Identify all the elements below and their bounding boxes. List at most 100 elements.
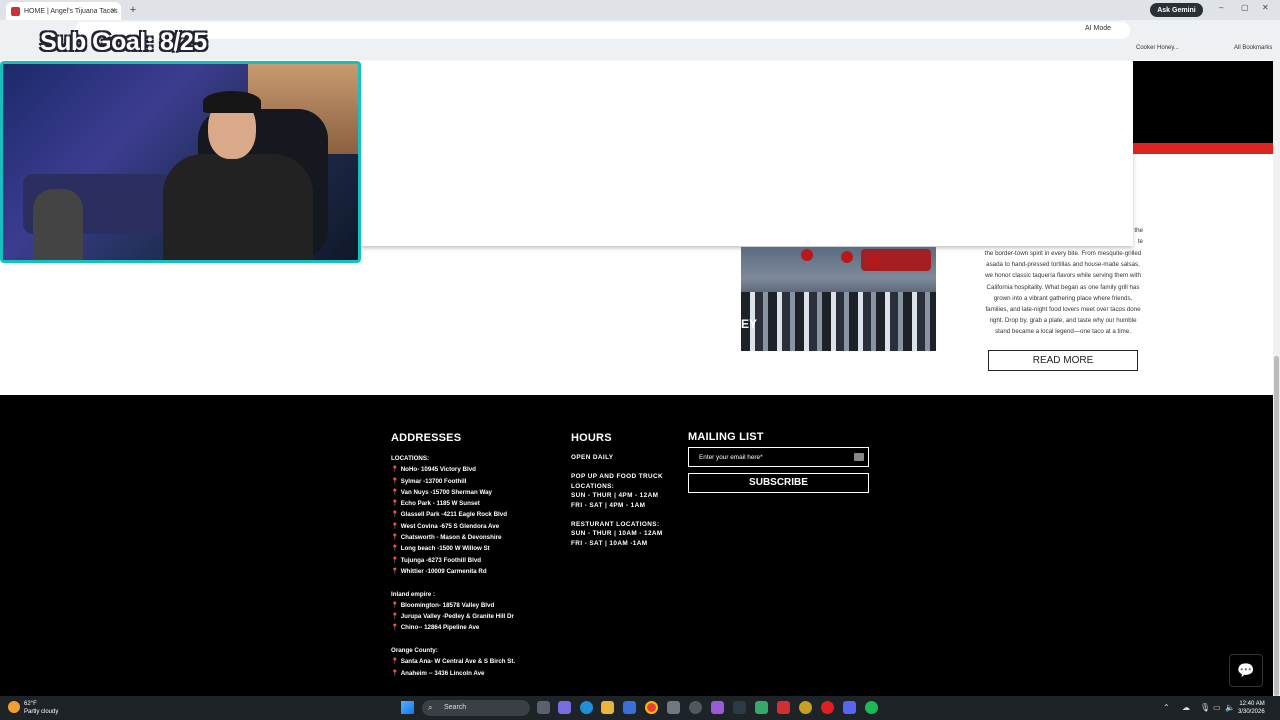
edge-icon[interactable] — [580, 701, 593, 714]
app-icon[interactable] — [777, 701, 790, 714]
close-window-icon[interactable]: ✕ — [1262, 3, 1269, 12]
clock-time: 12:40 AM — [1239, 701, 1265, 707]
sub-goal-overlay: Sub Goal: 8/25 — [40, 28, 207, 56]
app-icon[interactable] — [799, 701, 812, 714]
restaurant-hours-2: FRI - SAT | 10AM -1AM — [571, 539, 648, 547]
windows-taskbar — [0, 696, 1280, 720]
location-item: 📍 Sylmar -13700 Foothill — [391, 477, 467, 485]
search-icon: ⌕ — [428, 703, 433, 712]
store-icon[interactable] — [623, 701, 636, 714]
pin-icon: 📍 — [391, 511, 399, 519]
search-label: Search — [444, 704, 467, 711]
email-input[interactable]: Enter your email here* — [688, 447, 869, 467]
popup-hours-2: FRI - SAT | 4PM - 1AM — [571, 501, 646, 509]
tray-overflow-icon[interactable]: ⌃ — [1163, 703, 1170, 712]
location-item: 📍 NoHo- 10945 Victory Blvd — [391, 466, 476, 474]
pin-icon: 📍 — [391, 613, 399, 621]
file-explorer-icon[interactable] — [601, 701, 614, 714]
chrome-icon[interactable] — [645, 701, 658, 714]
scrollbar-thumb[interactable] — [1274, 356, 1279, 696]
discord-icon[interactable] — [843, 701, 856, 714]
pin-icon: 📍 — [391, 477, 399, 485]
email-placeholder: Enter your email here* — [699, 454, 763, 461]
streamer-cap — [203, 91, 261, 113]
restaurant-hours-1: SUN - THUR | 10AM - 12AM — [571, 530, 663, 537]
app-icon[interactable] — [711, 701, 724, 714]
task-view-icon[interactable] — [537, 701, 550, 714]
new-tab-button[interactable]: + — [126, 3, 140, 17]
weather-temp: 62°F — [24, 701, 37, 707]
inland-label: Inland empire : — [391, 590, 436, 598]
site-favicon-icon — [11, 7, 20, 16]
pin-icon: 📍 — [391, 567, 399, 575]
crowd-photo: EY — [741, 247, 936, 351]
tab-angels-tijuana-tacos[interactable]: HOME | Angel's Tijuana Tacos × — [6, 2, 121, 20]
mic-icon[interactable]: 🎙 — [1200, 703, 1210, 712]
taskbar-search[interactable]: Search — [422, 700, 530, 716]
tab-close-icon[interactable]: × — [111, 5, 116, 15]
about-story-text: the te the border-town spirit in every b… — [983, 225, 1143, 338]
addresses-list: LOCATIONS: 📍 NoHo- 10945 Victory Blvd 📍 Sy… — [391, 453, 561, 679]
location-item: 📍 Bloomington- 18578 Valley Blvd — [391, 601, 495, 609]
restaurant-label: RESTURANT LOCATIONS: — [571, 520, 660, 528]
location-item: 📍 Van Nuys -15700 Sherman Way — [391, 488, 492, 496]
app-icon[interactable] — [667, 701, 680, 714]
balloon — [869, 255, 881, 267]
taskbar-clock[interactable]: 12:40 AM 3/30/2026 — [1238, 700, 1265, 716]
volume-icon[interactable]: 🔈 — [1225, 703, 1235, 712]
header-banner-red-stripe — [1133, 143, 1273, 154]
balloon — [841, 251, 853, 263]
ai-mode-label: AI Mode — [1085, 25, 1112, 32]
location-item: 📍 Jurupa Valley -Pedley & Granite Hill Dr — [391, 613, 514, 621]
pin-icon: 📍 — [391, 534, 399, 542]
balloon — [801, 249, 813, 261]
story-line-fragment: the — [1134, 227, 1143, 234]
crowd — [741, 292, 936, 351]
autofill-icon[interactable] — [854, 453, 864, 461]
location-item: 📍 Anaheim -- 3436 Lincoln Ave — [391, 669, 485, 677]
copilot-icon[interactable] — [558, 701, 571, 714]
location-item: 📍 Echo Park - 1185 W Sunset — [391, 500, 480, 508]
pin-icon: 📍 — [391, 601, 399, 609]
ask-gemini-button[interactable]: Ask Gemini — [1150, 3, 1203, 17]
location-item: 📍 Glassell Park -4211 Eagle Rock Blvd — [391, 511, 507, 519]
location-item: 📍 Chino-- 12864 Pipeline Ave — [391, 624, 480, 632]
minimize-icon[interactable]: – — [1219, 3, 1223, 12]
chat-icon[interactable]: 💬 — [1229, 654, 1263, 687]
spotify-icon[interactable] — [865, 701, 878, 714]
maximize-icon[interactable]: ▢ — [1241, 3, 1249, 12]
opera-icon[interactable] — [821, 701, 834, 714]
open-daily: OPEN DAILY — [571, 454, 614, 461]
pin-icon: 📍 — [391, 488, 399, 496]
orange-county-label: Orange County: — [391, 647, 438, 655]
read-more-button[interactable]: READ MORE — [988, 350, 1138, 371]
pin-icon: 📍 — [391, 669, 399, 677]
location-item: 📍 Santa Ana- W Central Ave & S Birch St. — [391, 658, 516, 666]
pin-icon: 📍 — [391, 466, 399, 474]
weather-widget[interactable]: 62°F Partly cloudy — [24, 700, 58, 716]
app-icon[interactable] — [689, 701, 702, 714]
pin-icon: 📍 — [391, 624, 399, 632]
bookmark-all[interactable]: All Bookmarks — [1234, 45, 1272, 51]
addresses-heading: ADDRESSES — [391, 432, 462, 444]
webcam-overlay — [0, 61, 361, 263]
weather-icon[interactable] — [8, 701, 20, 713]
locations-label: LOCATIONS: — [391, 455, 430, 462]
bookmark-cooker-honey[interactable]: Cooker Honey... — [1136, 45, 1179, 51]
address-bar[interactable] — [75, 22, 1130, 39]
subscribe-button[interactable]: SUBSCRIBE — [688, 473, 869, 493]
streamer-body — [163, 154, 313, 260]
app-icon[interactable] — [733, 701, 746, 714]
pin-icon: 📍 — [391, 545, 399, 553]
location-item: 📍 Chatsworth - Mason & Devonshire — [391, 534, 502, 542]
location-item: 📍 Tujunga -6273 Foothill Blvd — [391, 556, 482, 564]
network-icon[interactable]: ▭ — [1213, 703, 1221, 712]
clock-date: 3/30/2026 — [1238, 709, 1265, 715]
tab-strip — [0, 0, 1280, 20]
app-icon[interactable] — [755, 701, 768, 714]
ai-mode-button[interactable]: AI Mode — [1085, 25, 1127, 37]
weather-condition: Partly cloudy — [24, 709, 59, 715]
cloud-icon[interactable]: ☁ — [1182, 703, 1190, 712]
start-icon[interactable] — [401, 701, 414, 714]
pin-icon: 📍 — [391, 500, 399, 508]
